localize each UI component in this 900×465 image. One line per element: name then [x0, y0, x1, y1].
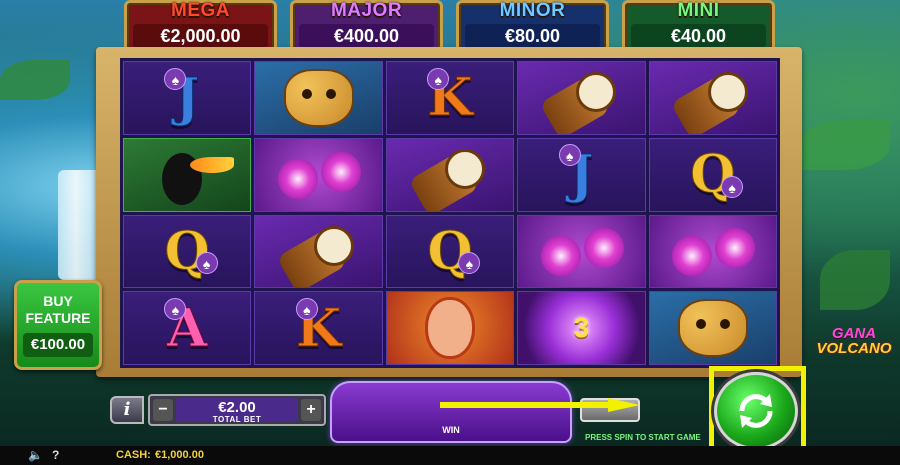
reel-cell-r1-c3: K ♠ — [385, 61, 515, 135]
jackpot-major: MAJOR €400.00 — [290, 0, 443, 52]
total-bet-display: €2.00 TOTAL BET — [176, 398, 298, 424]
press-spin-message: PRESS SPIN TO START GAME — [585, 433, 701, 442]
orchid-flower — [583, 228, 624, 269]
reel-cell-r3-c2 — [254, 214, 383, 289]
sound-icon[interactable]: 🔈 — [28, 448, 43, 462]
bet-selector: − €2.00 TOTAL BET + — [148, 394, 326, 426]
jaguar-symbol — [283, 68, 354, 127]
status-bar: 🔈 ? CASH: €1,000.00 — [0, 446, 900, 465]
leaf-decoration — [820, 250, 890, 310]
drum-head — [707, 72, 748, 113]
help-icon[interactable]: ? — [52, 448, 59, 462]
win-display: WIN — [330, 381, 572, 443]
jackpot-major-value: €400.00 — [299, 24, 434, 48]
reel-cell-r4-c1: A ♠ — [123, 291, 252, 365]
spade-icon: ♠ — [721, 175, 744, 198]
bet-decrease-button[interactable]: − — [153, 399, 173, 421]
orchid-symbol — [540, 235, 581, 276]
jackpot-minor-value: €80.00 — [465, 24, 600, 48]
orchid-flower — [321, 151, 362, 192]
jackpot-mega: MEGA €2,000.00 — [124, 0, 277, 52]
reel-cell-r2-c3 — [385, 137, 515, 212]
reel-cell-r3-c3: Q ♠ — [385, 214, 515, 289]
cash-value: €1,000.00 — [155, 449, 204, 461]
leaf-decoration — [800, 120, 890, 170]
buy-feature-label: BUY FEATURE — [25, 293, 91, 326]
jackpot-mega-label: MEGA — [171, 0, 230, 21]
win-label: WIN — [442, 425, 460, 435]
total-bet-value: €2.00 — [218, 399, 256, 416]
spin-button[interactable] — [714, 372, 798, 450]
cash-label: CASH: — [116, 449, 151, 461]
spin-arrows-icon — [739, 394, 773, 428]
spade-icon: ♠ — [427, 67, 450, 90]
jackpot-mini: MINI €40.00 — [622, 0, 775, 52]
jackpot-minor: MINOR €80.00 — [456, 0, 609, 52]
total-bet-label: TOTAL BET — [212, 415, 262, 424]
reel-cell-r1-c1: J ♠ — [123, 61, 252, 135]
buy-feature-price: €100.00 — [23, 333, 93, 357]
drum-head — [444, 148, 485, 189]
jackpot-mega-value: €2,000.00 — [133, 24, 268, 48]
orchid-flower — [715, 228, 756, 269]
bet-increase-button[interactable]: + — [301, 399, 321, 421]
logo-line-1: GANA — [831, 325, 877, 342]
jackpot-major-label: MAJOR — [330, 0, 403, 21]
buy-feature-button[interactable]: BUY FEATURE €100.00 — [14, 280, 102, 370]
drum-head — [576, 72, 617, 113]
spade-icon: ♠ — [558, 144, 581, 167]
leaf-decoration — [0, 60, 70, 100]
reel-cell-r2-c1 — [123, 137, 252, 212]
reel-cell-r1-c2 — [254, 61, 383, 135]
annotation-arrow — [440, 398, 640, 412]
reel-cell-r1-c5 — [648, 61, 777, 135]
game-logo: GANA VOLCANO — [812, 326, 896, 356]
orchid-symbol — [278, 158, 319, 199]
jaguar-symbol — [677, 299, 748, 358]
jackpot-mini-value: €40.00 — [631, 24, 766, 48]
orchid-symbol — [672, 235, 713, 276]
reel-grid: J ♠ K ♠ J ♠ Q ♠ Q ♠ Q ♠ A ♠ K ♠ 3 — [120, 58, 780, 368]
reel-cell-r2-c5: Q ♠ — [648, 137, 777, 212]
reel-cell-r4-c3 — [385, 291, 515, 365]
reel-cell-r3-c5 — [648, 214, 777, 289]
drum-head — [313, 225, 354, 266]
fire-woman-symbol — [424, 297, 475, 360]
jackpot-mini-label: MINI — [677, 0, 720, 21]
reel-cell-r2-c2 — [254, 137, 383, 212]
reel-cell-r3-c1: Q ♠ — [123, 214, 252, 289]
reel-cell-r2-c4: J ♠ — [517, 137, 646, 212]
reel-cell-r4-c2: K ♠ — [254, 291, 383, 365]
jackpot-minor-label: MINOR — [499, 0, 566, 21]
spade-icon: ♠ — [195, 252, 218, 275]
spade-icon: ♠ — [295, 297, 318, 320]
reel-cell-r4-c4: 3 — [517, 291, 646, 365]
reel-cell-r1-c4 — [517, 61, 646, 135]
info-button[interactable]: i — [110, 396, 144, 424]
spade-icon: ♠ — [458, 252, 481, 275]
logo-line-2: VOLCANO — [816, 340, 892, 357]
reel-cell-r3-c4 — [517, 214, 646, 289]
bonus-orb-value: 3 — [573, 312, 590, 344]
reel-cell-r4-c5 — [648, 291, 777, 365]
